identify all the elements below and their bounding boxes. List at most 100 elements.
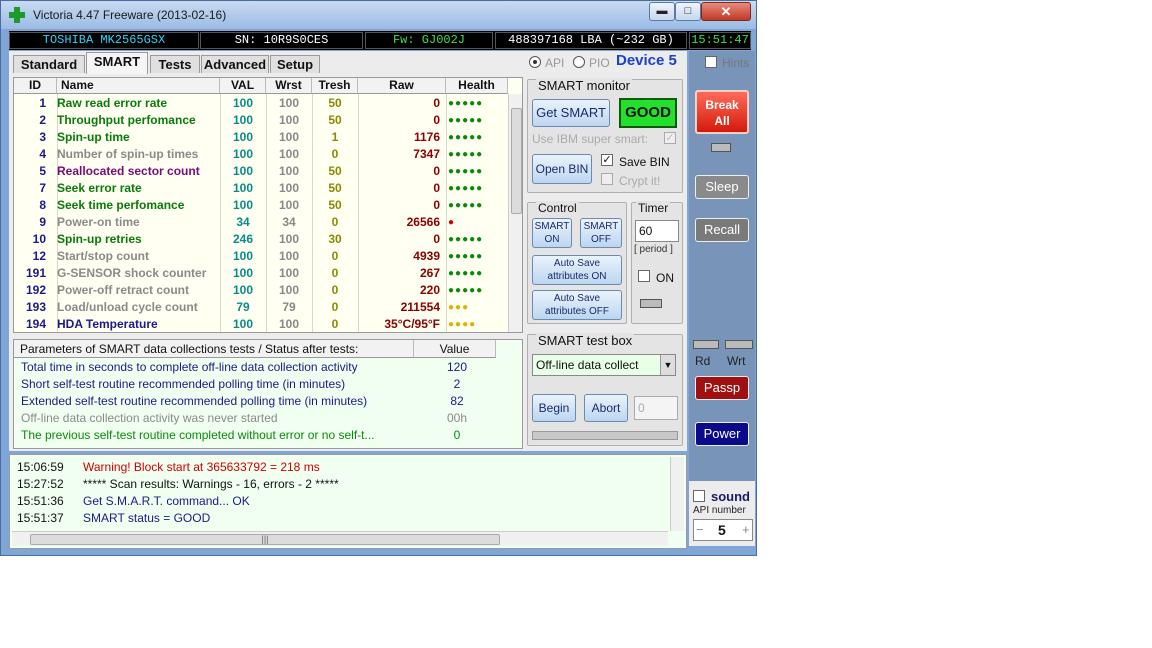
drive-serial: SN: 10R9S0CES: [200, 32, 363, 49]
col-header-tresh[interactable]: Tresh: [312, 78, 358, 94]
table-scrollbar[interactable]: [508, 94, 522, 332]
tab-smart[interactable]: SMART: [86, 52, 148, 74]
table-row[interactable]: 3 Spin-up time 100 100 1 1176 ●●●●●: [14, 129, 506, 146]
passp-button[interactable]: Passp: [695, 376, 749, 400]
crypt-checkbox[interactable]: [601, 173, 613, 185]
test-type-select[interactable]: Off-line data collect ▼: [532, 354, 676, 376]
table-row[interactable]: 8 Seek time perfomance 100 100 50 0 ●●●●●: [14, 197, 506, 214]
attr-health: ●●●●●: [448, 285, 484, 296]
table-row[interactable]: 10 Spin-up retries 246 100 30 0 ●●●●●: [14, 231, 506, 248]
col-header-id[interactable]: ID: [14, 78, 57, 94]
pio-radio[interactable]: [573, 56, 585, 68]
sleep-button[interactable]: Sleep: [695, 175, 749, 199]
sound-checkbox[interactable]: [693, 490, 705, 502]
attr-threshold: 0: [331, 215, 339, 229]
param-label: Short self-test routine recommended poll…: [21, 377, 346, 391]
power-button[interactable]: Power: [695, 422, 749, 446]
param-value: 2: [453, 377, 461, 391]
col-header-health[interactable]: Health: [446, 78, 508, 94]
table-row[interactable]: 193 Load/unload cycle count 79 79 0 211554 ●●●: [14, 299, 506, 316]
timer-input[interactable]: 60: [635, 220, 679, 242]
hints-checkbox[interactable]: [705, 56, 717, 68]
attr-threshold: 1: [331, 130, 339, 144]
maximize-button[interactable]: □: [675, 2, 701, 21]
abort-button[interactable]: Abort: [584, 394, 628, 422]
attr-raw: 211554: [400, 300, 440, 314]
device-label: Device 5: [616, 52, 677, 69]
use-ibm-checkbox[interactable]: ✓: [664, 132, 676, 144]
attr-val: 100: [232, 113, 254, 127]
table-row[interactable]: 5 Reallocated sector count 100 100 50 0 ●●●●●: [14, 163, 506, 180]
attr-name: Seek error rate: [57, 181, 142, 195]
timer-on-checkbox[interactable]: [638, 270, 650, 282]
attr-health: ●●●●●: [448, 234, 484, 245]
log-vscrollbar[interactable]: [670, 457, 684, 531]
title-bar[interactable]: Victoria 4.47 Freeware (2013-02-16) ▬ □ …: [1, 1, 756, 29]
table-row[interactable]: 194 HDA Temperature 100 100 0 35°C/95°F ●●●●: [14, 316, 506, 332]
table-row[interactable]: 191 G-SENSOR shock counter 100 100 0 267 ●●●●●: [14, 265, 506, 282]
smart-status-indicator: GOOD: [619, 98, 677, 128]
autosave-off-button[interactable]: Auto Save attributes OFF: [532, 290, 622, 320]
chevron-down-icon[interactable]: ▼: [660, 355, 675, 375]
open-bin-button[interactable]: Open BIN: [532, 154, 592, 184]
attr-val: 100: [232, 317, 254, 331]
param-value: 82: [450, 394, 464, 408]
col-header-val[interactable]: VAL: [220, 78, 266, 94]
break-all-button[interactable]: Break All: [695, 90, 749, 134]
table-row[interactable]: 192 Power-off retract count 100 100 0 220 ●●●●…: [14, 282, 506, 299]
grip-icon: |||: [30, 534, 500, 545]
attr-id: 7: [39, 181, 46, 195]
table-row[interactable]: 4 Number of spin-up times 100 100 0 7347 ●●●●●: [14, 146, 506, 163]
param-row: Short self-test routine recommended poll…: [14, 376, 506, 393]
tab-setup[interactable]: Setup: [270, 55, 320, 73]
attr-threshold: 50: [328, 96, 342, 110]
close-button[interactable]: ✕: [701, 2, 751, 21]
table-row[interactable]: 2 Throughput perfomance 100 100 50 0 ●●●●●: [14, 112, 506, 129]
attr-raw: 0: [433, 164, 440, 178]
attr-name: Reallocated sector count: [57, 164, 200, 178]
use-ibm-label: Use IBM super smart:: [532, 132, 649, 146]
api-number-value: 5: [718, 522, 726, 538]
attr-health: ●●●●●: [448, 251, 484, 262]
col-header-name[interactable]: Name: [57, 78, 220, 94]
attr-threshold: 50: [328, 198, 342, 212]
autosave-on-button[interactable]: Auto Save attributes ON: [532, 255, 622, 285]
param-row: Total time in seconds to complete off-li…: [14, 359, 506, 376]
col-header-raw[interactable]: Raw: [358, 78, 446, 94]
test-type-value: Off-line data collect: [536, 358, 639, 372]
attr-health: ●●●●●: [448, 183, 484, 194]
minimize-button[interactable]: ▬: [649, 2, 675, 21]
smart-on-button[interactable]: SMART ON: [532, 218, 572, 248]
attr-raw: 1176: [413, 130, 440, 144]
attr-id: 10: [32, 232, 46, 246]
log-hscrollbar[interactable]: |||: [12, 531, 668, 546]
api-number-spinner[interactable]: − 5 +: [693, 519, 753, 541]
begin-button[interactable]: Begin: [532, 394, 576, 422]
col-header-wrst[interactable]: Wrst: [266, 78, 312, 94]
table-row[interactable]: 7 Seek error rate 100 100 50 0 ●●●●●: [14, 180, 506, 197]
get-smart-button[interactable]: Get SMART: [532, 99, 610, 127]
rd-label: Rd: [695, 354, 711, 368]
tab-standard[interactable]: Standard: [13, 55, 85, 73]
recall-button[interactable]: Recall: [695, 218, 749, 242]
smart-off-button[interactable]: SMART OFF: [580, 218, 622, 248]
attr-threshold: 0: [331, 317, 339, 331]
decrement-button[interactable]: −: [696, 522, 704, 537]
increment-button[interactable]: +: [742, 522, 750, 537]
table-row[interactable]: 1 Raw read error rate 100 100 50 0 ●●●●●: [14, 95, 506, 112]
attr-val: 34: [236, 215, 250, 229]
table-row[interactable]: 9 Power-on time 34 34 0 26566 ●: [14, 214, 506, 231]
tab-advanced[interactable]: Advanced: [201, 55, 269, 73]
api-number-label: API number: [693, 505, 746, 516]
api-number-panel: sound API number − 5 +: [689, 481, 755, 546]
param-row: Extended self-test routine recommended p…: [14, 393, 506, 410]
save-bin-checkbox[interactable]: ✓: [601, 154, 613, 166]
test-progress-field[interactable]: 0: [634, 396, 678, 420]
attr-val: 100: [232, 130, 254, 144]
table-row[interactable]: 12 Start/stop count 100 100 0 4939 ●●●●●: [14, 248, 506, 265]
attr-val: 100: [232, 249, 254, 263]
tab-tests[interactable]: Tests: [150, 55, 200, 73]
api-radio[interactable]: [529, 56, 541, 68]
attr-threshold: 50: [328, 181, 342, 195]
attr-worst: 100: [278, 266, 300, 280]
